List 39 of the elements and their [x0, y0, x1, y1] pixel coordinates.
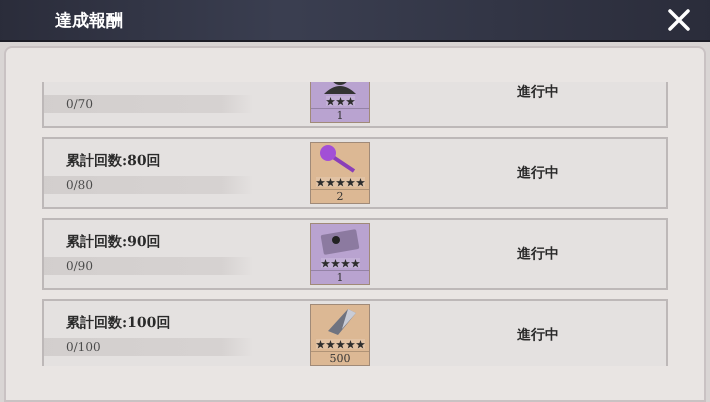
star-icon — [336, 340, 344, 348]
reward-title: 累計回数:90回 — [65, 233, 162, 252]
star-icon — [346, 96, 354, 106]
status-label: 進行中 — [517, 164, 559, 182]
star-icon — [336, 178, 344, 186]
item-count: 500 — [311, 351, 369, 365]
item-count: 1 — [311, 108, 369, 122]
star-icon — [346, 340, 354, 348]
star-icon — [326, 340, 334, 348]
star-icon — [326, 178, 334, 186]
star-icon — [346, 178, 354, 186]
progress-text: 0/100 — [65, 340, 101, 354]
reward-title: 累計回数:100回 — [65, 314, 172, 333]
close-button[interactable] — [666, 7, 692, 33]
star-icon — [330, 258, 340, 268]
star-icon — [340, 258, 350, 268]
item-count: 1 — [311, 270, 369, 284]
close-icon — [667, 8, 691, 32]
reward-item[interactable]: 1 — [310, 223, 370, 285]
progress-text: 0/80 — [65, 178, 93, 192]
status-label: 進行中 — [517, 83, 559, 101]
reward-item[interactable]: 1 — [310, 82, 370, 123]
status-label: 進行中 — [517, 326, 559, 344]
status-label: 進行中 — [517, 245, 559, 263]
star-icon — [336, 96, 344, 106]
star-icon — [320, 258, 330, 268]
item-count: 2 — [311, 189, 369, 203]
progress-text: 0/90 — [65, 259, 93, 273]
progress-text: 0/70 — [65, 97, 93, 111]
reward-title: 累計回数:80回 — [65, 152, 162, 171]
star-icon — [316, 178, 324, 186]
reward-item[interactable]: 500 — [310, 304, 370, 366]
star-icon — [356, 178, 364, 186]
window-title: 達成報酬 — [55, 10, 123, 32]
star-icon — [316, 340, 324, 348]
star-icon — [356, 340, 364, 348]
star-icon — [350, 258, 360, 268]
star-icon — [326, 96, 334, 106]
reward-item[interactable]: 2 — [310, 142, 370, 204]
